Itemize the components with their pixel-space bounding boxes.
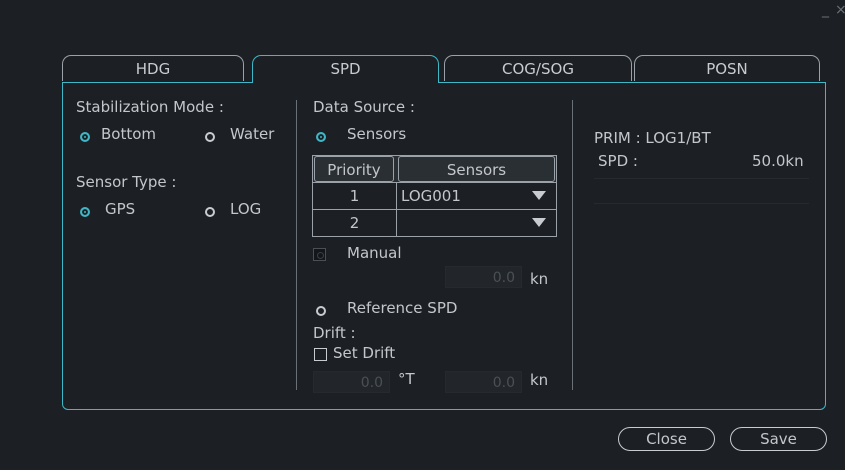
- tab-posn[interactable]: POSN: [634, 55, 820, 81]
- minimize-icon[interactable]: _: [822, 2, 829, 18]
- tab-hdg[interactable]: HDG: [62, 55, 244, 81]
- close-icon[interactable]: ×: [835, 2, 847, 18]
- speed-settings-window: _ × HDG SPD COG/SOG POSN Stabilization M…: [0, 0, 847, 470]
- close-button[interactable]: Close: [618, 427, 715, 451]
- save-button[interactable]: Save: [730, 427, 827, 451]
- spd-panel: [62, 82, 826, 410]
- tab-cog-sog[interactable]: COG/SOG: [444, 55, 632, 81]
- title-bar: _ ×: [0, 0, 847, 26]
- tab-spd[interactable]: SPD: [252, 55, 439, 83]
